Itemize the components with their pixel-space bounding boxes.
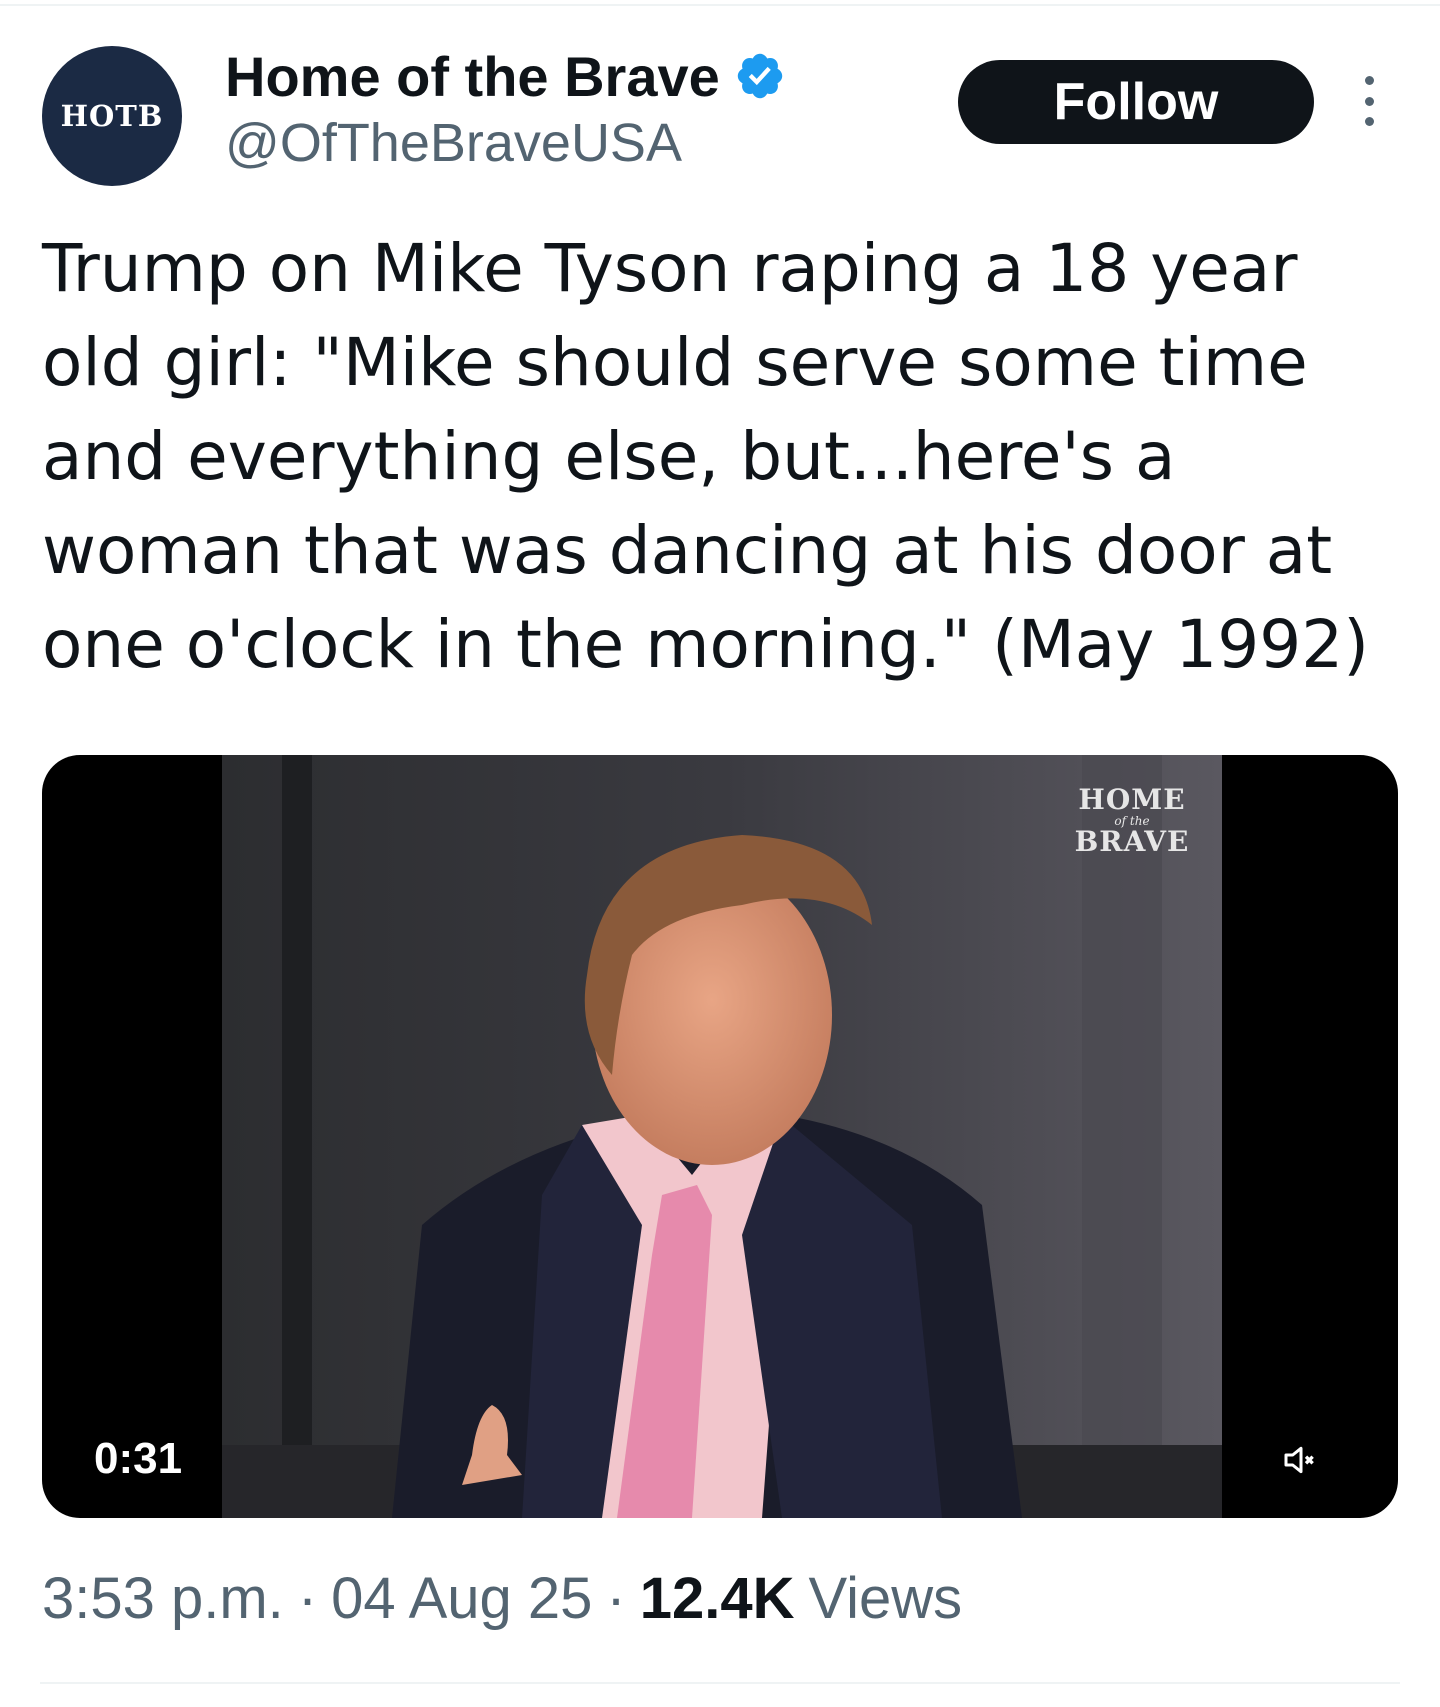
home-of-the-brave-watermark: HOME of the BRAVE	[1074, 783, 1190, 858]
more-dot	[1364, 96, 1374, 106]
display-name[interactable]: Home of the Brave	[225, 44, 720, 109]
views-label: Views	[808, 1566, 963, 1631]
post-date[interactable]: 04 Aug 25	[331, 1565, 592, 1632]
bottom-divider	[40, 1682, 1400, 1684]
more-vertical-icon[interactable]	[1356, 76, 1382, 126]
views-count: 12.4K	[639, 1566, 795, 1631]
follow-button[interactable]: Follow	[958, 60, 1314, 144]
meta-separator: ·	[297, 1566, 318, 1631]
tweet-text: Trump on Mike Tyson raping a 18 year old…	[42, 230, 1369, 683]
tweet-metadata: 3:53 p.m. · 04 Aug 25 · 12.4K Views	[42, 1565, 962, 1632]
post-time[interactable]: 3:53 p.m.	[42, 1565, 284, 1632]
user-handle[interactable]: @OfTheBraveUSA	[225, 112, 682, 174]
video-frame	[222, 755, 1222, 1518]
avatar[interactable]: HOTB	[42, 46, 182, 186]
meta-separator: ·	[606, 1566, 626, 1631]
speaker-muted-icon[interactable]	[1266, 1425, 1336, 1495]
more-dot	[1364, 76, 1374, 85]
top-divider	[0, 4, 1440, 6]
video-duration: 0:31	[70, 1423, 207, 1495]
video-player[interactable]: HOME of the BRAVE 0:31	[42, 755, 1398, 1518]
author-name-row: Home of the Brave	[225, 40, 786, 112]
avatar-label: HOTB	[60, 99, 164, 133]
verified-badge-icon[interactable]	[734, 50, 786, 102]
more-dot	[1364, 117, 1374, 126]
